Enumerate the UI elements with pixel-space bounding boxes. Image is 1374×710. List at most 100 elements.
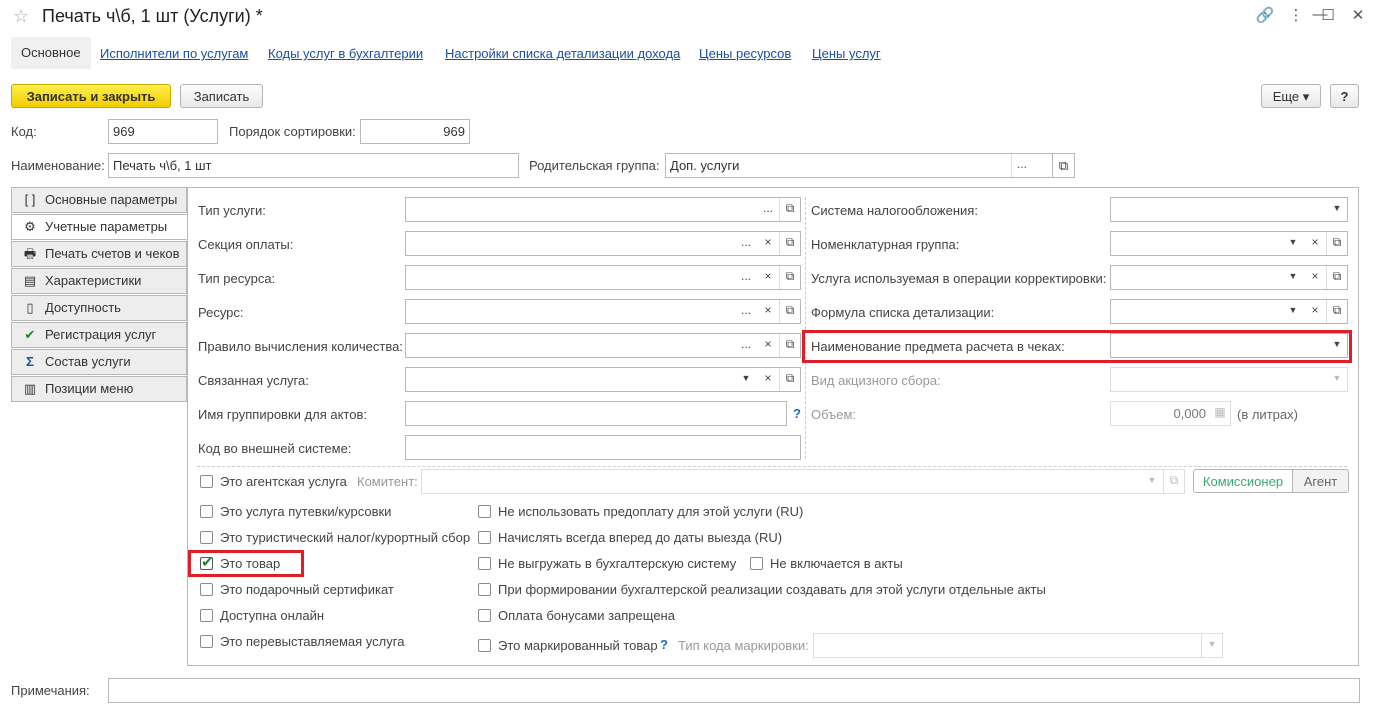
linked-service-input[interactable]: ▼ × ⧉ [405, 367, 801, 392]
dropdown-arrow-icon[interactable]: ▼ [1327, 198, 1347, 221]
clear-icon[interactable]: × [1305, 300, 1325, 323]
link-icon[interactable]: 🔗 [1255, 6, 1275, 24]
open-icon[interactable]: ⧉ [779, 232, 800, 255]
sidetab-main-params[interactable]: [ ] Основные параметры [11, 187, 187, 213]
dropdown-arrow-icon[interactable]: ▼ [1142, 470, 1162, 493]
clear-icon[interactable]: × [758, 334, 778, 357]
open-icon[interactable]: ⧉ [1326, 266, 1347, 289]
excise-type-select[interactable]: ▼ [1110, 367, 1348, 392]
select-dots-icon[interactable]: ... [1011, 154, 1032, 177]
favorite-star-icon[interactable]: ☆ [13, 6, 29, 27]
agent-service-checkbox[interactable] [200, 475, 213, 488]
separate-acts-checkbox[interactable] [478, 583, 491, 596]
sidetab-accounting-params[interactable]: ⚙ Учетные параметры [11, 214, 187, 240]
dropdown-arrow-icon[interactable]: ▼ [1327, 368, 1347, 391]
select-dots-icon[interactable]: ... [736, 300, 756, 323]
no-bonus-payment-checkbox[interactable] [478, 609, 491, 622]
maximize-icon[interactable]: ☐ [1318, 6, 1338, 24]
committent-input[interactable]: ▼ ⧉ [421, 469, 1185, 494]
sidetab-menu-positions[interactable]: ▥ Позиции меню [11, 376, 187, 402]
notes-input[interactable] [108, 678, 1360, 703]
is-goods-checkbox[interactable] [200, 553, 214, 571]
sidetab-composition[interactable]: Σ Состав услуги [11, 349, 187, 375]
select-dots-icon[interactable]: ... [736, 232, 756, 255]
open-icon[interactable]: ⧉ [779, 334, 800, 357]
section-divider [197, 466, 1347, 467]
resource-type-label: Тип ресурса: [198, 271, 276, 286]
name-input[interactable]: Печать ч\б, 1 шт [108, 153, 519, 178]
open-icon[interactable]: ⧉ [779, 198, 800, 221]
receipt-item-name-select[interactable]: ▼ [1110, 333, 1348, 358]
charge-ahead-checkbox[interactable] [478, 531, 491, 544]
dropdown-arrow-icon[interactable]: ▼ [1201, 634, 1222, 657]
sidetab-availability[interactable]: ▯ Доступность [11, 295, 187, 321]
tab-accounting-codes[interactable]: Коды услуг в бухгалтерии [268, 46, 423, 61]
marked-goods-checkbox[interactable] [478, 639, 491, 652]
clear-icon[interactable]: × [758, 300, 778, 323]
save-close-button[interactable]: Записать и закрыть [11, 84, 171, 108]
volume-input[interactable]: 0,000 ▦ [1110, 401, 1231, 426]
clear-icon[interactable]: × [758, 266, 778, 289]
sidetab-print[interactable]: 🖶 Печать счетов и чеков [11, 241, 187, 267]
no-prepayment-checkbox[interactable] [478, 505, 491, 518]
tab-resource-prices[interactable]: Цены ресурсов [699, 46, 791, 61]
open-icon[interactable]: ⧉ [1326, 232, 1347, 255]
clear-icon[interactable]: × [1305, 232, 1325, 255]
resource-input[interactable]: ... × ⧉ [405, 299, 801, 324]
open-icon[interactable]: ⧉ [779, 300, 800, 323]
voucher-checkbox[interactable] [200, 505, 213, 518]
clear-icon[interactable]: × [1305, 266, 1325, 289]
code-input[interactable]: 969 [108, 119, 218, 144]
quantity-rule-input[interactable]: ... × ⧉ [405, 333, 801, 358]
clear-icon[interactable]: × [758, 368, 778, 391]
select-dots-icon[interactable]: ... [758, 198, 778, 221]
help-question-icon[interactable]: ? [660, 637, 668, 652]
tab-executors[interactable]: Исполнители по услугам [100, 46, 248, 61]
tourist-tax-checkbox[interactable] [200, 531, 213, 544]
save-button[interactable]: Записать [180, 84, 263, 108]
resource-type-input[interactable]: ... × ⧉ [405, 265, 801, 290]
dropdown-arrow-icon[interactable]: ▼ [1327, 334, 1347, 357]
dropdown-arrow-icon[interactable]: ▼ [736, 368, 756, 391]
service-type-input[interactable]: ... ⧉ [405, 197, 801, 222]
gift-certificate-checkbox[interactable] [200, 583, 213, 596]
online-available-checkbox[interactable] [200, 609, 213, 622]
open-icon[interactable]: ⧉ [779, 266, 800, 289]
payment-section-input[interactable]: ... × ⧉ [405, 231, 801, 256]
reissued-service-checkbox[interactable] [200, 635, 213, 648]
tax-system-select[interactable]: ▼ [1110, 197, 1348, 222]
close-icon[interactable]: ✕ [1348, 6, 1368, 24]
acts-group-name-input[interactable] [405, 401, 787, 426]
dropdown-arrow-icon[interactable]: ▼ [1283, 300, 1303, 323]
select-dots-icon[interactable]: ... [736, 266, 756, 289]
no-export-checkbox[interactable] [478, 557, 491, 570]
nomenclature-group-input[interactable]: ▼ × ⧉ [1110, 231, 1348, 256]
open-icon[interactable]: ⧉ [1052, 153, 1075, 178]
not-in-acts-checkbox[interactable] [750, 557, 763, 570]
calculator-icon[interactable]: ▦ [1210, 402, 1230, 425]
select-dots-icon[interactable]: ... [736, 334, 756, 357]
dropdown-arrow-icon[interactable]: ▼ [1283, 266, 1303, 289]
detail-formula-input[interactable]: ▼ × ⧉ [1110, 299, 1348, 324]
more-button[interactable]: Еще ▾ [1261, 84, 1321, 108]
tab-service-prices[interactable]: Цены услуг [812, 46, 881, 61]
sidetab-registration[interactable]: ✔ Регистрация услуг [11, 322, 187, 348]
tab-main[interactable]: Основное [11, 37, 91, 69]
tab-income-detail-settings[interactable]: Настройки списка детализации дохода [445, 46, 680, 61]
open-icon[interactable]: ⧉ [1163, 470, 1184, 493]
clear-icon[interactable]: × [758, 232, 778, 255]
sort-order-input[interactable]: 969 [360, 119, 470, 144]
open-icon[interactable]: ⧉ [779, 368, 800, 391]
more-menu-icon[interactable]: ⋮ [1286, 6, 1306, 24]
external-code-input[interactable] [405, 435, 801, 460]
open-icon[interactable]: ⧉ [1326, 300, 1347, 323]
marking-code-type-select[interactable]: ▼ [813, 633, 1223, 658]
commissioner-button[interactable]: Комиссионер [1193, 469, 1293, 493]
parent-group-input[interactable]: Доп. услуги ... [665, 153, 1053, 178]
help-button[interactable]: ? [1330, 84, 1359, 108]
dropdown-arrow-icon[interactable]: ▼ [1283, 232, 1303, 255]
correction-service-input[interactable]: ▼ × ⧉ [1110, 265, 1348, 290]
sidetab-characteristics[interactable]: ▤ Характеристики [11, 268, 187, 294]
agent-button[interactable]: Агент [1292, 469, 1349, 493]
help-question-icon[interactable]: ? [793, 406, 801, 421]
